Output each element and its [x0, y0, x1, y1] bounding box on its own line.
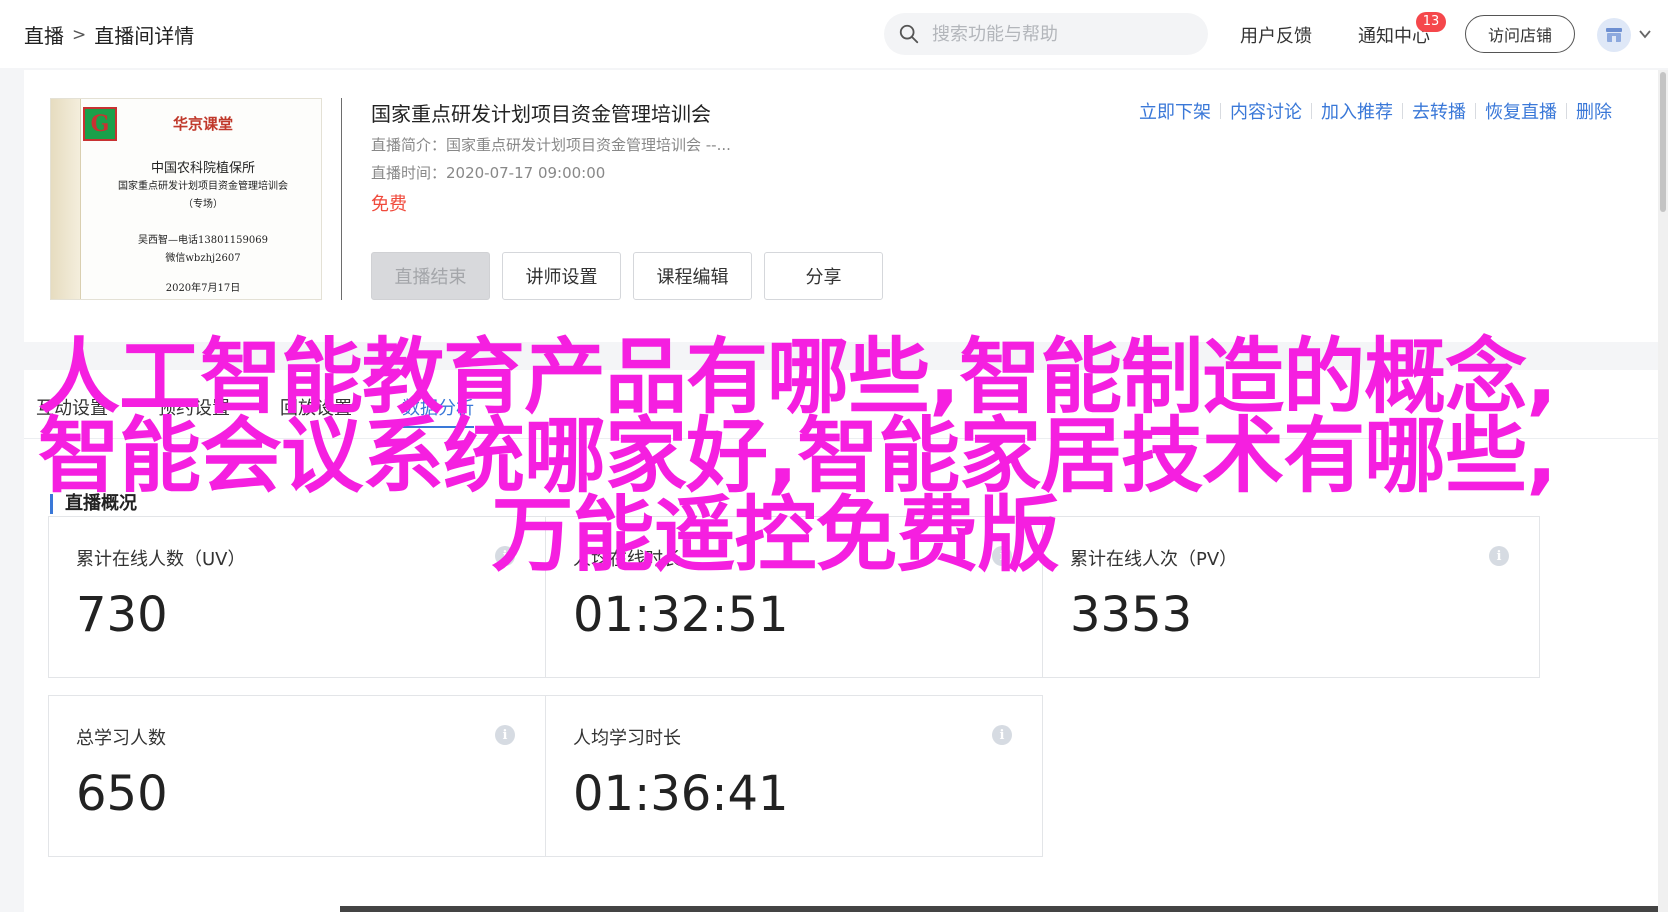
course-actions: 直播结束 讲师设置 课程编辑 分享	[371, 252, 883, 300]
take-down-link[interactable]: 立即下架	[1139, 98, 1211, 124]
stat-card-total-learners: 总学习人数 650 i	[48, 695, 546, 857]
stat-value: 3353	[1070, 587, 1193, 643]
stat-label: 人均学习时长	[573, 728, 681, 749]
cover-contact-wechat: 微信wbzhj2607	[165, 253, 241, 264]
cover-date: 2020年7月17日	[165, 283, 241, 294]
cover-contact-phone: 吴西智—电话13801159069	[138, 235, 268, 246]
course-price: 免费	[371, 194, 407, 215]
content-discussion-link[interactable]: 内容讨论	[1230, 98, 1302, 124]
chevron-down-icon[interactable]	[1637, 26, 1653, 42]
info-icon[interactable]: i	[992, 725, 1012, 745]
info-icon[interactable]: i	[495, 725, 515, 745]
breadcrumb-live[interactable]: 直播	[24, 20, 64, 49]
cover-brand: 华京课堂	[172, 115, 233, 133]
overlay-line-3: 万能遥控免费版	[491, 488, 1059, 583]
breadcrumb-live-detail: 直播间详情	[94, 24, 195, 48]
breadcrumb: 直播 > 直播间详情	[24, 20, 194, 49]
top-bar: 直播 > 直播间详情 用户反馈 通知中心 13 访问店铺	[0, 0, 1668, 68]
cover-org: 中国农科院植保所	[150, 161, 255, 176]
divider	[341, 98, 342, 300]
link-divider	[1566, 103, 1567, 119]
store-avatar[interactable]	[1597, 18, 1631, 52]
search-input[interactable]	[932, 23, 1182, 45]
link-divider	[1475, 103, 1476, 119]
resume-live-link[interactable]: 恢复直播	[1485, 98, 1557, 124]
overlay-line-1: 人工智能教育产品有哪些,智能制造的概念,	[38, 330, 1557, 425]
overlay-line-2: 智能会议系统哪家好,智能家居技术有哪些,	[38, 409, 1557, 504]
share-button[interactable]: 分享	[764, 252, 883, 300]
notification-count-badge: 13	[1416, 12, 1446, 32]
store-icon	[1606, 28, 1622, 42]
link-divider	[1311, 103, 1312, 119]
link-divider	[1220, 103, 1221, 119]
course-time: 直播时间：2020-07-17 09:00:00	[371, 164, 606, 182]
bottom-scroll-bar[interactable]	[340, 906, 1658, 912]
visit-store-button[interactable]: 访问店铺	[1465, 15, 1575, 53]
link-divider	[1402, 103, 1403, 119]
lecturer-settings-button[interactable]: 讲师设置	[502, 252, 621, 300]
quick-links: 立即下架 内容讨论 加入推荐 去转播 恢复直播 删除	[1139, 98, 1612, 124]
stat-label: 总学习人数	[76, 728, 166, 749]
stat-value: 650	[76, 766, 168, 822]
course-intro: 直播简介：国家重点研发计划项目资金管理培训会 --...	[371, 136, 731, 154]
stat-card-avg-learning-time: 人均学习时长 01:36:41 i	[545, 695, 1043, 857]
live-ended-button: 直播结束	[371, 252, 490, 300]
feedback-link[interactable]: 用户反馈	[1240, 22, 1312, 48]
add-recommend-link[interactable]: 加入推荐	[1321, 98, 1393, 124]
stat-value: 01:36:41	[573, 766, 789, 822]
live-info-card: G 华京课堂 中国农科院植保所 国家重点研发计划项目资金管理培训会 （专场） 吴…	[24, 70, 1668, 342]
cover-binding-strip	[51, 99, 81, 299]
rebroadcast-link[interactable]: 去转播	[1412, 98, 1466, 124]
overlay-caption: 人工智能教育产品有哪些,智能制造的概念, 智能会议系统哪家好,智能家居技术有哪些…	[30, 330, 1557, 583]
course-cover-image: G 华京课堂 中国农科院植保所 国家重点研发计划项目资金管理培训会 （专场） 吴…	[50, 98, 322, 300]
course-edit-button[interactable]: 课程编辑	[633, 252, 752, 300]
breadcrumb-separator: >	[72, 24, 87, 45]
stat-value: 01:32:51	[573, 587, 789, 643]
search-box[interactable]	[884, 13, 1208, 55]
scrollbar-thumb[interactable]	[1660, 72, 1666, 212]
cover-course: 国家重点研发计划项目资金管理培训会	[118, 181, 288, 192]
stat-value: 730	[76, 587, 168, 643]
course-title: 国家重点研发计划项目资金管理培训会	[371, 102, 711, 126]
cover-special: （专场）	[183, 199, 223, 210]
delete-link[interactable]: 删除	[1576, 98, 1612, 124]
search-icon	[899, 24, 919, 44]
